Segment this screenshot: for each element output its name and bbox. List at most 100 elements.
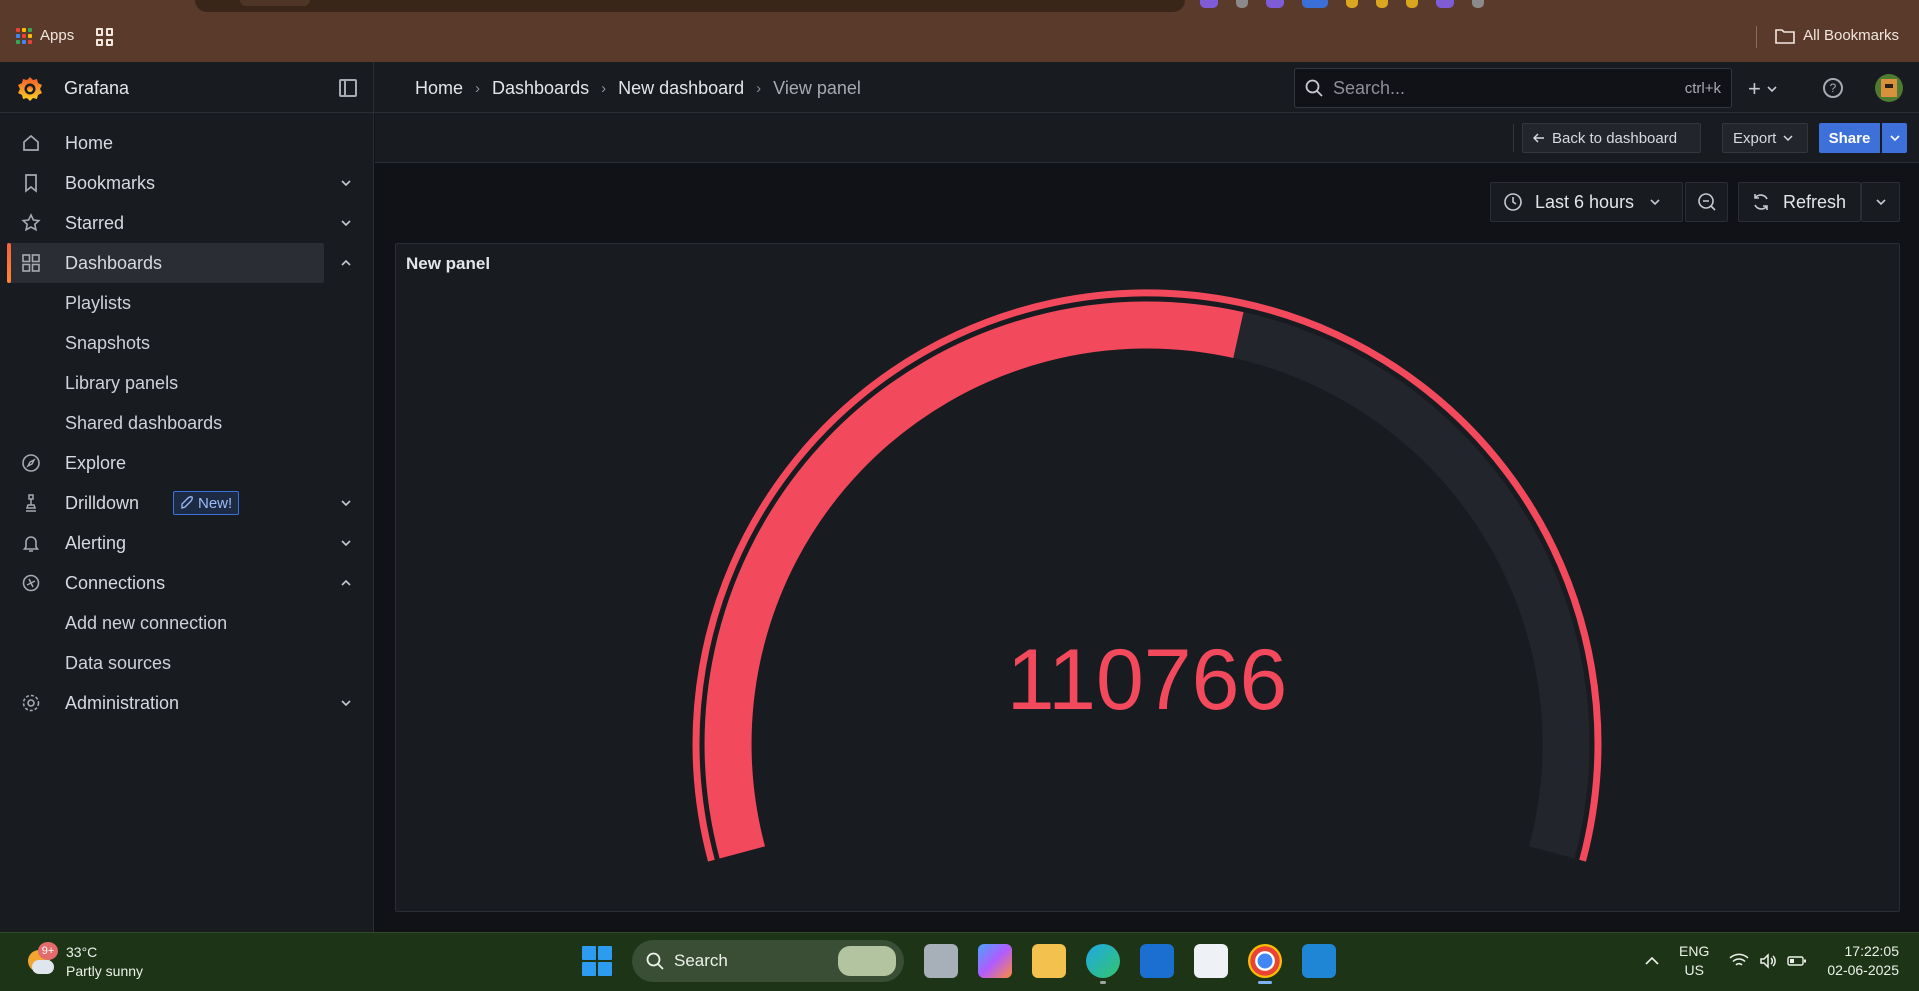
new-menu-button[interactable]: + — [1748, 76, 1777, 102]
edge-icon[interactable] — [1086, 944, 1120, 984]
chevron-up-icon[interactable] — [1645, 957, 1659, 965]
weather-temp: 33°C — [66, 944, 98, 960]
chevron-down-icon[interactable] — [340, 497, 352, 509]
sidebar-item-library-panels[interactable]: Library panels — [8, 363, 324, 403]
export-label: Export — [1733, 129, 1777, 147]
sidebar-item-administration[interactable]: Administration — [8, 683, 324, 723]
bookmark-icon — [25, 174, 37, 193]
plus-icon: + — [1748, 76, 1761, 101]
sidebar-item-bookmarks[interactable]: Bookmarks — [8, 163, 324, 203]
export-button[interactable]: Export — [1722, 123, 1808, 153]
file-explorer-icon[interactable] — [1032, 944, 1066, 978]
extension-icon[interactable] — [1346, 0, 1358, 8]
sidebar-item-label: Add new connection — [65, 612, 228, 633]
apps-grid-icon — [16, 27, 32, 44]
compass-icon — [22, 454, 40, 472]
refresh-button[interactable]: Refresh — [1738, 182, 1861, 222]
extension-icon[interactable] — [1406, 0, 1418, 8]
grafana-logo-icon[interactable] — [16, 75, 44, 103]
chevron-down-icon[interactable] — [340, 537, 352, 549]
extension-icon[interactable] — [1200, 0, 1218, 8]
extension-icon[interactable] — [1472, 0, 1484, 8]
refresh-interval-dropdown[interactable] — [1861, 182, 1900, 222]
all-bookmarks-button[interactable]: All Bookmarks — [1775, 27, 1899, 44]
system-tray: ENG US 17:22:05 02-06-2025 — [1645, 942, 1899, 980]
breadcrumb-home[interactable]: Home — [415, 78, 463, 99]
sidebar-item-starred[interactable]: Starred — [8, 203, 324, 243]
chevron-up-icon[interactable] — [340, 257, 352, 269]
chevron-down-icon[interactable] — [340, 697, 352, 709]
gauge-chart: 110766 — [692, 289, 1602, 862]
back-to-dashboard-button[interactable]: Back to dashboard — [1522, 123, 1701, 153]
share-dropdown-button[interactable] — [1882, 123, 1907, 153]
sidebar-item-add-new-connection[interactable]: Add new connection — [8, 603, 324, 643]
outlook-icon[interactable] — [1140, 944, 1174, 978]
sidebar-item-dashboards[interactable]: Dashboards — [7, 243, 324, 283]
language-code: ENG — [1679, 943, 1710, 959]
share-button[interactable]: Share — [1819, 123, 1880, 153]
chevron-down-icon[interactable] — [340, 177, 352, 189]
sidebar-item-playlists[interactable]: Playlists — [8, 283, 324, 323]
chevron-down-icon — [1875, 199, 1886, 205]
sidebar-item-label: Administration — [65, 692, 180, 713]
panel-actions-bar: Back to dashboard Export Share — [375, 113, 1919, 163]
wifi-icon — [1729, 953, 1749, 966]
sidebar-item-shared-dashboards[interactable]: Shared dashboards — [8, 403, 324, 443]
weather-widget[interactable]: 9+ 33°C Partly sunny — [24, 942, 144, 981]
sidebar-item-data-sources[interactable]: Data sources — [8, 643, 324, 683]
breadcrumb-dashboards[interactable]: Dashboards — [492, 78, 589, 99]
chrome-icon[interactable] — [1248, 944, 1282, 984]
chevron-up-icon[interactable] — [340, 577, 352, 589]
chevron-down-icon[interactable] — [340, 217, 352, 229]
weather-condition: Partly sunny — [66, 963, 144, 979]
windows-start-icon[interactable] — [582, 946, 612, 976]
apps-shortcut[interactable]: Apps — [16, 27, 74, 44]
time-range-picker[interactable]: Last 6 hours — [1490, 182, 1683, 222]
taskbar-apps: Search — [582, 940, 1336, 984]
extension-icon[interactable] — [1436, 0, 1454, 8]
clock[interactable]: 17:22:05 02-06-2025 — [1827, 942, 1899, 980]
search-highlight-icon — [838, 946, 896, 976]
refresh-label: Refresh — [1783, 191, 1847, 212]
store-icon[interactable] — [1194, 944, 1228, 978]
all-bookmarks-label: All Bookmarks — [1803, 27, 1899, 44]
extension-icon[interactable] — [1236, 0, 1248, 8]
extension-icon[interactable] — [1376, 0, 1388, 8]
search-shortcut: ctrl+k — [1684, 79, 1721, 97]
sidebar-item-explore[interactable]: Explore — [8, 443, 324, 483]
extension-icon[interactable] — [1302, 0, 1328, 8]
sidebar-item-drilldown[interactable]: Drilldown New! — [8, 483, 324, 523]
sidebar-item-home[interactable]: Home — [8, 123, 324, 163]
help-icon[interactable]: ? — [1823, 78, 1843, 98]
connections-icon — [22, 574, 40, 592]
task-view-icon[interactable] — [924, 944, 958, 978]
clock-time: 17:22:05 — [1844, 943, 1900, 959]
avatar[interactable] — [1875, 74, 1903, 102]
dock-menu-icon[interactable] — [339, 79, 357, 97]
rocket-icon — [181, 496, 193, 509]
sidebar-item-connections[interactable]: Connections — [8, 563, 324, 603]
search-icon — [646, 952, 664, 970]
quick-settings[interactable] — [1729, 953, 1807, 969]
chevron-right-icon: › — [475, 80, 481, 97]
sidebar-item-snapshots[interactable]: Snapshots — [8, 323, 324, 363]
chevron-right-icon: › — [601, 80, 607, 97]
copilot-icon[interactable] — [978, 944, 1012, 978]
vscode-icon[interactable] — [1302, 944, 1336, 978]
taskbar-search[interactable]: Search — [632, 940, 904, 982]
bell-icon — [22, 536, 40, 552]
apps-icon — [22, 254, 40, 272]
browser-address-bar[interactable] — [195, 0, 1185, 12]
breadcrumb-new-dashboard[interactable]: New dashboard — [618, 78, 744, 99]
home-icon — [23, 134, 39, 151]
drilldown-icon — [25, 494, 37, 512]
language-indicator[interactable]: ENG US — [1679, 942, 1709, 980]
sidebar-item-alerting[interactable]: Alerting — [8, 523, 324, 563]
tab-groups-icon[interactable] — [96, 28, 114, 46]
search-input[interactable]: Search... ctrl+k — [1294, 68, 1732, 108]
apps-label: Apps — [40, 27, 75, 44]
zoom-out-button[interactable] — [1685, 182, 1728, 222]
chevron-down-icon — [1889, 135, 1900, 141]
sidebar-nav: Home Bookmarks Starred Dashboards Playli… — [0, 113, 374, 932]
extension-icon[interactable] — [1266, 0, 1284, 8]
